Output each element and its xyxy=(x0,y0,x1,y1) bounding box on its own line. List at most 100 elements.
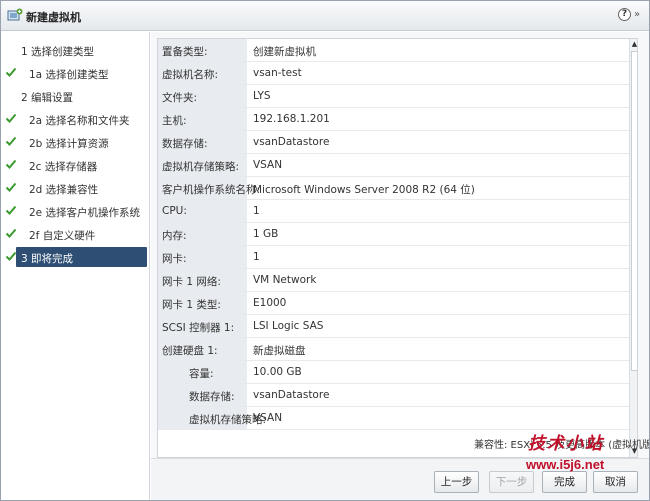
summary-key-cell: 数据存储: xyxy=(158,131,248,153)
summary-key-cell: 置备类型: xyxy=(158,39,248,61)
cancel-button[interactable]: 取消 xyxy=(593,471,638,493)
summary-row: 主机: 192.168.1.201 xyxy=(158,108,629,131)
summary-value: 192.168.1.201 xyxy=(253,113,330,125)
wizard-step-label: 2e 选择客户机操作系统 xyxy=(29,207,140,219)
checkmark-icon xyxy=(5,113,17,123)
wizard-step-label: 2f 自定义硬件 xyxy=(29,230,96,242)
summary-key: 网卡 1 类型: xyxy=(162,299,221,311)
summary-key: 数据存储: xyxy=(189,391,235,403)
summary-key-cell: 客户机操作系统名称: xyxy=(158,177,260,199)
checkmark-icon xyxy=(5,67,17,77)
summary-row: 内存: 1 GB xyxy=(158,223,629,246)
expand-icon[interactable]: » xyxy=(634,9,646,21)
summary-key-cell: 内存: xyxy=(158,223,248,245)
wizard-step-label: 3 即将完成 xyxy=(21,253,74,265)
summary-key: 虚拟机存储策略: xyxy=(162,161,240,173)
summary-key-cell: 网卡: xyxy=(158,246,248,268)
summary-row: CPU: 1 xyxy=(158,200,629,223)
scroll-up-icon[interactable]: ▲ xyxy=(630,40,637,49)
summary-key-cell: 文件夹: xyxy=(158,85,248,107)
wizard-step[interactable]: 2f 自定义硬件 xyxy=(1,224,150,244)
wizard-step[interactable]: 2 编辑设置 xyxy=(1,86,150,106)
summary-row: 数据存储: vsanDatastore xyxy=(158,131,629,154)
summary-value: vsan-test xyxy=(253,67,302,79)
finish-button[interactable]: 完成 xyxy=(542,471,587,493)
summary-row: 网卡 1 网络: VM Network xyxy=(158,269,629,292)
summary-row: 客户机操作系统名称: Microsoft Windows Server 2008 … xyxy=(158,177,629,200)
summary-value: E1000 xyxy=(253,297,287,309)
summary-key: 主机: xyxy=(162,115,187,127)
summary-row: 数据存储: vsanDatastore xyxy=(158,384,629,407)
help-icon[interactable]: ? xyxy=(618,8,631,21)
summary-key: 数据存储: xyxy=(162,138,208,150)
wizard-step-label: 1 选择创建类型 xyxy=(21,46,95,58)
wizard-step-label: 2a 选择名称和文件夹 xyxy=(29,115,130,127)
summary-key: 虚拟机名称: xyxy=(162,69,219,81)
back-button[interactable]: 上一步 xyxy=(434,471,479,493)
summary-key: 置备类型: xyxy=(162,46,208,58)
window-title: 新建虚拟机 xyxy=(26,11,81,24)
summary-table: 虚拟机存储策略: VSAN 数据存储: vsanDatastore 容量: 10.00 G… xyxy=(157,38,638,458)
summary-value: 创建新虚拟机 xyxy=(253,46,316,58)
wizard-step[interactable]: 2b 选择计算资源 xyxy=(1,132,150,152)
summary-pane: 虚拟机存储策略: VSAN 数据存储: vsanDatastore 容量: 10.00 G… xyxy=(151,32,649,458)
checkmark-icon xyxy=(5,159,17,169)
new-vm-dialog: 新建虚拟机 ? » 1 选择创建类型 1a 选择创建类型 2 编辑设置 2a 选择名称… xyxy=(0,0,650,501)
summary-key: 内存: xyxy=(162,230,187,242)
summary-key-cell: 容量: xyxy=(158,361,248,383)
summary-key-cell: 创建硬盘 1: xyxy=(158,338,248,360)
summary-value: 10.00 GB xyxy=(253,366,302,378)
summary-key-cell: SCSI 控制器 1: xyxy=(158,315,248,337)
summary-key-cell: 数据存储: xyxy=(158,384,248,406)
wizard-step-label: 2 编辑设置 xyxy=(21,92,74,104)
summary-key: CPU: xyxy=(162,205,187,217)
checkmark-icon xyxy=(5,205,17,215)
wizard-step[interactable]: 2e 选择客户机操作系统 xyxy=(1,201,150,221)
checkmark-icon xyxy=(5,136,17,146)
summary-row: 虚拟机名称: vsan-test xyxy=(158,62,629,85)
summary-row: 文件夹: LYS xyxy=(158,85,629,108)
checkmark-icon xyxy=(5,182,17,192)
summary-row: 网卡: 1 xyxy=(158,246,629,269)
wizard-step[interactable]: 2c 选择存储器 xyxy=(1,155,150,175)
next-button[interactable]: 下一步 xyxy=(489,471,534,493)
summary-value: Microsoft Windows Server 2008 R2 (64 位) xyxy=(253,184,475,196)
summary-row: 虚拟机存储策略: VSAN xyxy=(158,154,629,177)
summary-value: LSI Logic SAS xyxy=(253,320,324,332)
scroll-thumb[interactable] xyxy=(631,51,637,371)
wizard-steps: 1 选择创建类型 1a 选择创建类型 2 编辑设置 2a 选择名称和文件夹 2b 选择计… xyxy=(1,32,150,500)
summary-value: 1 xyxy=(253,251,260,263)
summary-value: vsanDatastore xyxy=(253,136,330,148)
summary-value: vsanDatastore xyxy=(253,389,330,401)
scrollbar[interactable]: ▲ ▼ xyxy=(629,39,637,457)
summary-value: 新虚拟磁盘 xyxy=(253,345,306,357)
summary-key-cell: CPU: xyxy=(158,200,248,222)
wizard-step[interactable]: 3 即将完成 xyxy=(5,247,147,267)
wizard-step[interactable]: 1 选择创建类型 xyxy=(1,40,150,60)
summary-key: SCSI 控制器 1: xyxy=(162,322,235,334)
summary-value: VM Network xyxy=(253,274,317,286)
wizard-step-label: 2b 选择计算资源 xyxy=(29,138,109,150)
watermark-title: 技术小站 xyxy=(528,434,604,454)
watermark-url: www.i5j6.net xyxy=(526,457,605,472)
summary-value: VSAN xyxy=(253,412,283,424)
summary-row: SCSI 控制器 1: LSI Logic SAS xyxy=(158,315,629,338)
summary-key: 创建硬盘 1: xyxy=(162,345,218,357)
wizard-step[interactable]: 2a 选择名称和文件夹 xyxy=(1,109,150,129)
summary-value: LYS xyxy=(253,90,271,102)
summary-key: 网卡 1 网络: xyxy=(162,276,221,288)
wizard-step[interactable]: 2d 选择兼容性 xyxy=(1,178,150,198)
summary-key-cell: 主机: xyxy=(158,108,248,130)
summary-row: 置备类型: 创建新虚拟机 xyxy=(158,39,629,62)
summary-value: 1 xyxy=(253,205,260,217)
summary-key-cell: 网卡 1 网络: xyxy=(158,269,248,291)
summary-value: VSAN xyxy=(253,159,283,171)
summary-row: 虚拟机存储策略: VSAN xyxy=(158,407,629,430)
summary-value: 1 GB xyxy=(253,228,279,240)
wizard-step-label: 1a 选择创建类型 xyxy=(29,69,109,81)
title-bar: 新建虚拟机 ? » xyxy=(1,1,649,31)
summary-key: 网卡: xyxy=(162,253,187,265)
wizard-step[interactable]: 1a 选择创建类型 xyxy=(1,63,150,83)
summary-key: 客户机操作系统名称: xyxy=(162,184,261,196)
vm-new-icon xyxy=(7,8,23,21)
